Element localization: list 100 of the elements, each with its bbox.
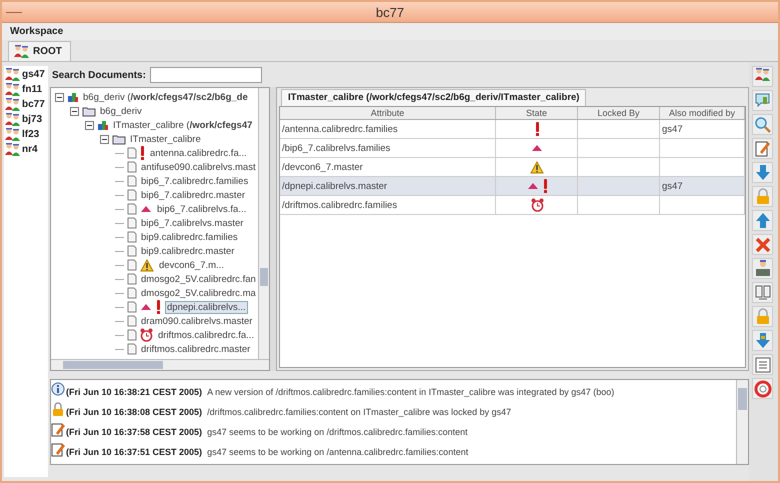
document-icon — [127, 287, 137, 299]
log-timestamp: (Fri Jun 10 16:37:51 CEST 2005) — [66, 447, 202, 457]
vertical-scrollbar[interactable] — [258, 88, 269, 359]
column-header[interactable]: Locked By — [578, 107, 660, 119]
arrow-up-icon — [754, 212, 772, 230]
scroll-thumb[interactable] — [260, 268, 268, 286]
exclamation-icon — [156, 300, 161, 314]
workspace-tab[interactable]: ROOT — [8, 41, 71, 61]
tree-item[interactable]: antifuse090.calibrelvs.mast — [140, 162, 257, 172]
search-label: Search Documents: — [52, 70, 146, 80]
table-row[interactable]: /bip6_7.calibrelvs.families — [280, 139, 745, 158]
lifebuoy-icon — [754, 380, 772, 398]
tree-item[interactable]: bip6_7.calibredrc.families — [140, 176, 250, 186]
document-tab[interactable]: ITmaster_calibre (/work/cfegs47/sc2/b6g_deriv/ITmaster_calibre) — [281, 89, 586, 106]
arrow-down-icon — [754, 164, 772, 182]
user-name[interactable]: gs47 — [22, 69, 45, 80]
tree-item[interactable]: ITmaster_calibre — [129, 134, 202, 144]
search-icon — [754, 116, 772, 134]
tree-item[interactable]: bip6_7.calibredrc.master — [140, 190, 246, 200]
table-row[interactable]: /antenna.calibredrc.families gs47 — [280, 120, 745, 139]
toolbar-button[interactable] — [752, 378, 773, 399]
log-timestamp: (Fri Jun 10 16:38:08 CEST 2005) — [66, 407, 202, 417]
tree-item[interactable]: driftmos.calibredrc.master — [140, 344, 252, 354]
collapse-toggle[interactable] — [100, 134, 109, 144]
list-icon — [754, 356, 772, 374]
project-icon — [97, 119, 109, 131]
tree-item[interactable]: bip9.calibredrc.master — [140, 246, 236, 256]
scroll-thumb[interactable] — [63, 361, 163, 369]
close-icon — [754, 236, 772, 254]
document-icon — [127, 259, 137, 271]
toolbar-button[interactable] — [752, 162, 773, 183]
document-icon — [127, 301, 137, 313]
alarm-clock-icon — [530, 198, 544, 212]
user-name[interactable]: fn11 — [22, 84, 42, 95]
toolbar-button[interactable] — [752, 138, 773, 159]
toolbar-button[interactable] — [752, 354, 773, 375]
tree-item[interactable]: antenna.calibredrc.fa... — [149, 148, 248, 158]
tree-item[interactable]: b6g_deriv (/work/cfegs47/sc2/b6g_de — [82, 92, 249, 102]
collapse-toggle[interactable] — [55, 92, 64, 102]
document-icon — [127, 315, 137, 327]
folder-icon — [82, 106, 96, 116]
log-message: gs47 seems to be working on /driftmos.calibredrc.families:content — [207, 427, 468, 437]
table-row[interactable]: /dpnepi.calibrelvs.master gs47 — [280, 177, 745, 196]
log-message: A new version of /driftmos.calibredrc.families:content in ITmaster_calibre was integrated by gs47 (boo) — [207, 387, 614, 397]
user-name[interactable]: bc77 — [22, 99, 45, 110]
exclamation-icon — [140, 146, 145, 160]
search-field[interactable] — [150, 67, 262, 83]
tree-item[interactable]: bip6_7.calibrelvs.master — [140, 218, 244, 228]
column-header[interactable]: Also modified by — [660, 107, 745, 119]
toolbar-button[interactable] — [752, 330, 773, 351]
vertical-scrollbar[interactable] — [736, 380, 748, 464]
tree-item[interactable]: dpnepi.calibrelvs... — [165, 300, 248, 314]
user-name[interactable]: bj73 — [22, 114, 42, 125]
tree-item[interactable]: driftmos.calibredrc.fa... — [157, 330, 256, 340]
document-icon — [127, 217, 137, 229]
toolbar-button[interactable] — [752, 234, 773, 255]
horizontal-scrollbar[interactable] — [51, 359, 269, 370]
log-message: /driftmos.calibredrc.families:content on ITmaster_calibre was locked by gs47 — [207, 407, 512, 417]
people-icon — [4, 98, 21, 111]
column-header[interactable]: State — [496, 107, 578, 119]
document-icon — [127, 147, 137, 159]
warning-icon — [530, 160, 544, 174]
toolbar-button[interactable] — [752, 210, 773, 231]
table-cell: /bip6_7.calibrelvs.families — [280, 139, 496, 157]
log-timestamp: (Fri Jun 10 16:38:21 CEST 2005) — [66, 387, 202, 397]
menu-item[interactable]: Workspace — [10, 26, 64, 37]
document-icon — [127, 175, 137, 187]
toolbar-button[interactable] — [752, 66, 773, 87]
toolbar-button[interactable] — [752, 90, 773, 111]
table-cell: gs47 — [662, 124, 683, 134]
document-icon — [127, 329, 137, 341]
document-icon — [127, 231, 137, 243]
collapse-toggle[interactable] — [85, 120, 94, 130]
toolbar-button[interactable] — [752, 282, 773, 303]
document-icon — [127, 161, 137, 173]
tree-item[interactable]: dmosgo2_5V.calibredrc.ma — [140, 288, 257, 298]
tree-item[interactable]: bip6_7.calibrelvs.fa... — [156, 204, 248, 214]
tree-item[interactable]: devcon6_7.m... — [158, 260, 225, 270]
tree-item[interactable]: dram090.calibrelvs.master — [140, 316, 254, 326]
tree-item[interactable]: ITmaster_calibre (/work/cfegs47 — [112, 120, 254, 130]
collapse-toggle[interactable] — [70, 106, 79, 116]
people-icon — [4, 128, 21, 141]
user-name[interactable]: nr4 — [22, 144, 38, 155]
tree-item[interactable]: bip9.calibredrc.families — [140, 232, 239, 242]
tree-item[interactable]: b6g_deriv — [99, 106, 143, 116]
exclamation-icon — [534, 122, 540, 136]
triangle-icon — [140, 205, 152, 213]
warning-icon — [140, 258, 154, 272]
table-cell: /dpnepi.calibrelvs.master — [280, 177, 496, 195]
log-message: gs47 seems to be working on /antenna.calibredrc.families:content — [207, 447, 468, 457]
document-icon — [127, 343, 137, 355]
triangle-icon — [526, 182, 538, 190]
window-title: bc77 — [374, 4, 406, 20]
scroll-thumb[interactable] — [738, 388, 747, 410]
tree-item[interactable]: dmosgo2_5V.calibredrc.fan — [140, 274, 257, 284]
document-icon — [127, 245, 137, 257]
column-header[interactable]: Attribute — [280, 107, 496, 119]
user-name[interactable]: lf23 — [22, 129, 40, 140]
toolbar-button[interactable] — [752, 258, 773, 279]
table-row[interactable]: /driftmos.calibredrc.families — [280, 196, 745, 215]
